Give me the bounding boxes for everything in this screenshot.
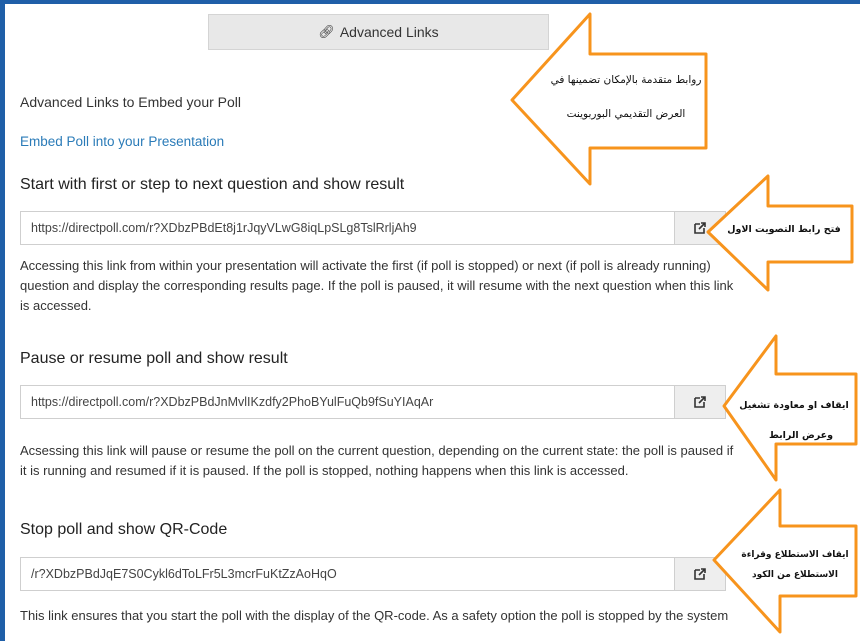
annotation-text-first: فتح رابط التصويت الاول [727,224,841,235]
window-frame-left [0,0,5,641]
annotation-arrow-top: روابط متقدمة بالإمكان تضمينها في العرض ا… [508,10,708,188]
annotation-text-second-2: وعرض الرابط [768,430,834,441]
advanced-links-tab-label: Advanced Links [339,24,439,40]
annotation-text-top-2: العرض التقديمي البوربوينت [566,108,686,120]
left-arrow-shape [510,12,708,186]
link-description-pause: Acsessing this link will pause or resume… [20,443,734,478]
section-title: Advanced Links to Embed your Poll [20,94,242,110]
annotation-text-third-2: الاستطلاع من الكود [752,570,838,580]
url-field-row-pause [20,385,726,419]
annotation-text-second-1: ايقاف او معاودة تشغيل [739,400,849,411]
url-field-row-stop [20,557,726,591]
annotation-text-third-1: ايقاف الاستطلاع وقراءة [741,550,849,560]
external-link-icon [694,222,706,234]
link-heading-start: Start with first or step to next questio… [20,176,405,193]
link-description-stop: This link ensures that you start the pol… [20,608,729,623]
link-icon: 🔗︎ [318,24,335,39]
stop-url-input[interactable] [21,558,677,590]
external-link-icon [694,568,706,580]
annotation-arrow-first: فتح رابط التصويت الاول [706,174,854,294]
link-heading-stop: Stop poll and show QR-Code [20,521,228,538]
annotation-arrow-third: ايقاف الاستطلاع وقراءة الاستطلاع من الكو… [712,488,858,636]
open-pause-link-button[interactable] [674,386,725,418]
left-arrow-shape [712,488,858,634]
start-url-input[interactable] [21,212,677,244]
window-frame-top [0,0,860,4]
external-link-icon [694,396,706,408]
link-heading-pause: Pause or resume poll and show result [20,350,288,367]
embed-poll-link[interactable]: Embed Poll into your Presentation [20,134,224,149]
pause-url-input[interactable] [21,386,677,418]
link-description-start: Accessing this link from within your pre… [20,258,734,313]
url-field-row-start [20,211,726,245]
annotation-arrow-second: ايقاف او معاودة تشغيل وعرض الرابط [722,334,858,484]
annotation-text-top-1: روابط متقدمة بالإمكان تضمينها في [550,74,702,86]
advanced-links-tab[interactable]: 🔗︎ Advanced Links [208,14,549,50]
